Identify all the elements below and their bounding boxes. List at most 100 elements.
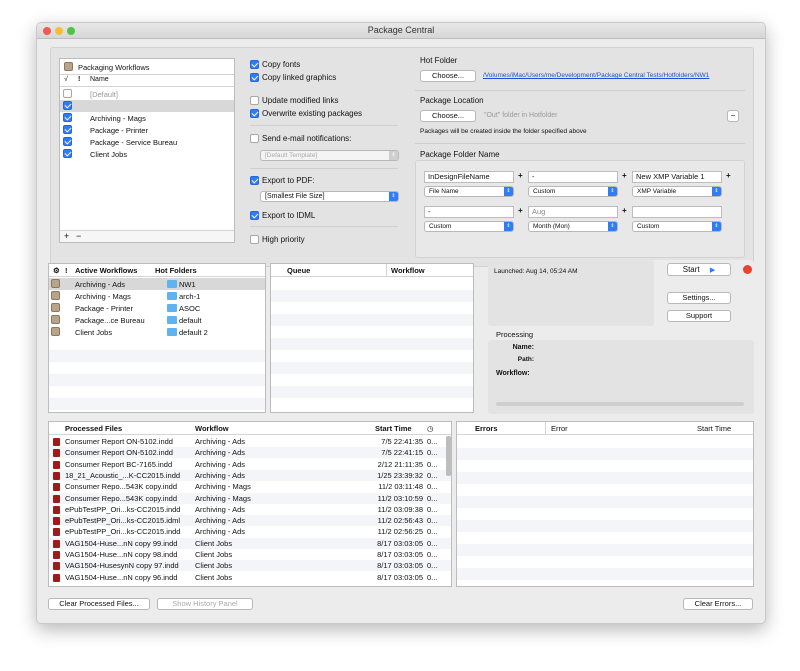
processed-file-row[interactable]: VAG1504-Huse...nN copy 98.indd Client Job… — [49, 549, 451, 560]
workflow-checkbox[interactable] — [63, 137, 72, 146]
col-error-start[interactable]: Start Time — [697, 424, 731, 433]
email-template-select[interactable]: [Default Template] ⇕ — [260, 150, 399, 161]
processed-file-row[interactable]: ePubTestPP_Ori...ks-CC2015.idml Archiving… — [49, 515, 451, 527]
add-token-button[interactable]: + — [622, 171, 627, 180]
col-processed-workflow[interactable]: Workflow — [195, 424, 229, 433]
token-type-select[interactable]: File Name ⇕ — [424, 186, 514, 197]
workflow-row[interactable]: Client Jobs — [60, 148, 234, 160]
overwrite-checkbox[interactable] — [250, 109, 259, 118]
support-button[interactable]: Support — [667, 310, 731, 322]
workflows-footer: + − — [60, 230, 234, 242]
col-name[interactable]: Name — [90, 76, 109, 83]
send-email-checkbox[interactable] — [250, 134, 259, 143]
chevron-updown-icon: ⇕ — [608, 187, 617, 196]
folder-name-token-field[interactable]: - — [528, 171, 618, 183]
file-start-time: 8/17 03:03:05 — [377, 550, 423, 559]
workflow-checkbox[interactable] — [63, 149, 72, 158]
packaging-workflows-header: Packaging Workflows — [60, 59, 234, 75]
indesign-file-icon — [53, 528, 60, 537]
clear-processed-button[interactable]: Clear Processed Files... — [48, 598, 150, 610]
processed-file-row[interactable]: VAG1504-Huse...nN copy 96.indd Client Job… — [49, 572, 451, 583]
package-location-choose-button[interactable]: Choose... — [420, 110, 476, 122]
clock-icon[interactable]: ◷ — [427, 424, 434, 433]
workflow-row[interactable]: Archiving - Mags — [60, 112, 234, 124]
col-error[interactable]: Error — [551, 424, 568, 433]
hot-folder-choose-button[interactable]: Choose... — [420, 70, 476, 82]
processed-file-row[interactable]: ePubTestPP_Ori...ks-CC2015.indd Archiving… — [49, 504, 451, 515]
clear-errors-button[interactable]: Clear Errors... — [683, 598, 753, 610]
package-location-remove-button[interactable]: − — [727, 110, 739, 122]
stop-icon[interactable] — [743, 265, 752, 274]
col-active-workflows[interactable]: Active Workflows — [75, 266, 137, 275]
file-status: 0... — [427, 437, 438, 446]
col-priority[interactable]: ! — [65, 266, 68, 275]
active-workflow-row[interactable]: Archiving - Ads NW1 — [49, 278, 265, 290]
token-type-select[interactable]: Custom ⇕ — [632, 221, 722, 232]
add-token-button[interactable]: + — [518, 206, 523, 215]
active-workflow-row[interactable]: Archiving - Mags arch-1 — [49, 290, 265, 302]
folder-name-token-field[interactable]: InDesignFileName — [424, 171, 514, 183]
col-processed-files[interactable]: Processed Files — [65, 424, 122, 433]
processed-file-row[interactable]: Consumer Report ON-5102.indd Archiving - … — [49, 436, 451, 447]
processed-file-row[interactable]: Consumer Report ON-5102.indd Archiving - … — [49, 447, 451, 459]
workflow-checkbox[interactable] — [63, 89, 72, 98]
start-button[interactable]: Start ▶ — [667, 263, 731, 276]
processed-file-row[interactable]: VAG1504-Huse...nN copy 99.indd Client Job… — [49, 537, 451, 549]
add-token-button[interactable]: + — [726, 171, 731, 180]
export-pdf-checkbox[interactable] — [250, 176, 259, 185]
col-queue-workflow[interactable]: Workflow — [391, 266, 425, 275]
hot-folder-path-link[interactable]: /Volumes/iMac/Users/me/Development/Packa… — [483, 72, 709, 79]
status-area: Launched: Aug 14, 05:24 AM Start ▶ Setti… — [488, 260, 754, 415]
processed-file-row[interactable]: 18_21_Acoustic_...K-CC2015.indd Archiving… — [49, 469, 451, 481]
col-priority[interactable]: ! — [78, 76, 80, 83]
scrollbar-thumb[interactable] — [446, 436, 451, 476]
settings-button[interactable]: Settings... — [667, 292, 731, 304]
add-workflow-button[interactable]: + — [64, 231, 69, 241]
file-start-time: 7/5 22:41:15 — [381, 448, 423, 458]
workflow-checkbox[interactable] — [63, 101, 72, 110]
processed-file-row[interactable]: Consumer Repo...543K copy.indd Archiving … — [49, 492, 451, 504]
col-processed-start[interactable]: Start Time — [375, 424, 412, 433]
processed-file-row[interactable]: ePubTestPP_Ori...ks-CC2015.indd Archiving… — [49, 526, 451, 537]
indesign-file-icon — [53, 460, 60, 469]
errors-panel: Errors Error Start Time — [456, 421, 754, 587]
col-check[interactable]: √ — [64, 76, 68, 83]
workflow-checkbox[interactable] — [63, 113, 72, 122]
workflow-row[interactable]: [Default] — [60, 88, 234, 100]
add-token-button[interactable]: + — [518, 171, 523, 180]
token-type-select[interactable]: XMP Variable ⇕ — [632, 186, 722, 197]
col-queue[interactable]: Queue — [287, 266, 310, 275]
folder-name-token-field[interactable] — [632, 206, 722, 218]
file-workflow: Client Jobs — [195, 538, 233, 548]
folder-name-token-field[interactable]: - — [424, 206, 514, 218]
copy-linked-checkbox[interactable] — [250, 73, 259, 82]
folder-name-token-field[interactable]: New XMP Variable 1 — [632, 171, 722, 183]
active-workflow-row[interactable]: Package...ce Bureau default — [49, 314, 265, 326]
workflow-row[interactable]: Package - Service Bureau — [60, 136, 234, 148]
col-hot-folders[interactable]: Hot Folders — [155, 266, 197, 275]
workflow-row[interactable]: Package - Printer — [60, 124, 234, 136]
folder-name-token-field[interactable]: Aug — [528, 206, 618, 218]
pdf-preset-select[interactable]: [Smallest File Size] ⇕ — [260, 191, 399, 202]
empty-row — [457, 568, 753, 580]
show-history-button[interactable]: Show History Panel — [157, 598, 253, 610]
export-idml-checkbox[interactable] — [250, 211, 259, 220]
token-type-select[interactable]: Custom ⇕ — [528, 186, 618, 197]
active-workflow-row[interactable]: Package - Printer ASOC — [49, 302, 265, 314]
update-links-checkbox[interactable] — [250, 96, 259, 105]
processed-file-row[interactable]: VAG1504-HusesynN copy 97.indd Client Jobs… — [49, 560, 451, 572]
workflow-checkbox[interactable] — [63, 125, 72, 134]
token-type-select[interactable]: Month (Mon) ⇕ — [528, 221, 618, 232]
high-priority-checkbox[interactable] — [250, 235, 259, 244]
workflow-gear-icon — [51, 327, 60, 336]
workflow-row-selected[interactable] — [60, 100, 234, 112]
copy-fonts-checkbox[interactable] — [250, 60, 259, 69]
col-errors[interactable]: Errors — [475, 424, 498, 433]
remove-workflow-button[interactable]: − — [76, 231, 81, 241]
token-type-select[interactable]: Custom ⇕ — [424, 221, 514, 232]
processed-file-row[interactable]: Consumer Report BC-7165.indd Archiving - … — [49, 459, 451, 470]
active-workflow-row[interactable]: Client Jobs default 2 — [49, 326, 265, 338]
high-priority-label: High priority — [262, 235, 305, 244]
add-token-button[interactable]: + — [622, 206, 627, 215]
processed-file-row[interactable]: Consumer Repo...543K copy.indd Archiving … — [49, 481, 451, 492]
